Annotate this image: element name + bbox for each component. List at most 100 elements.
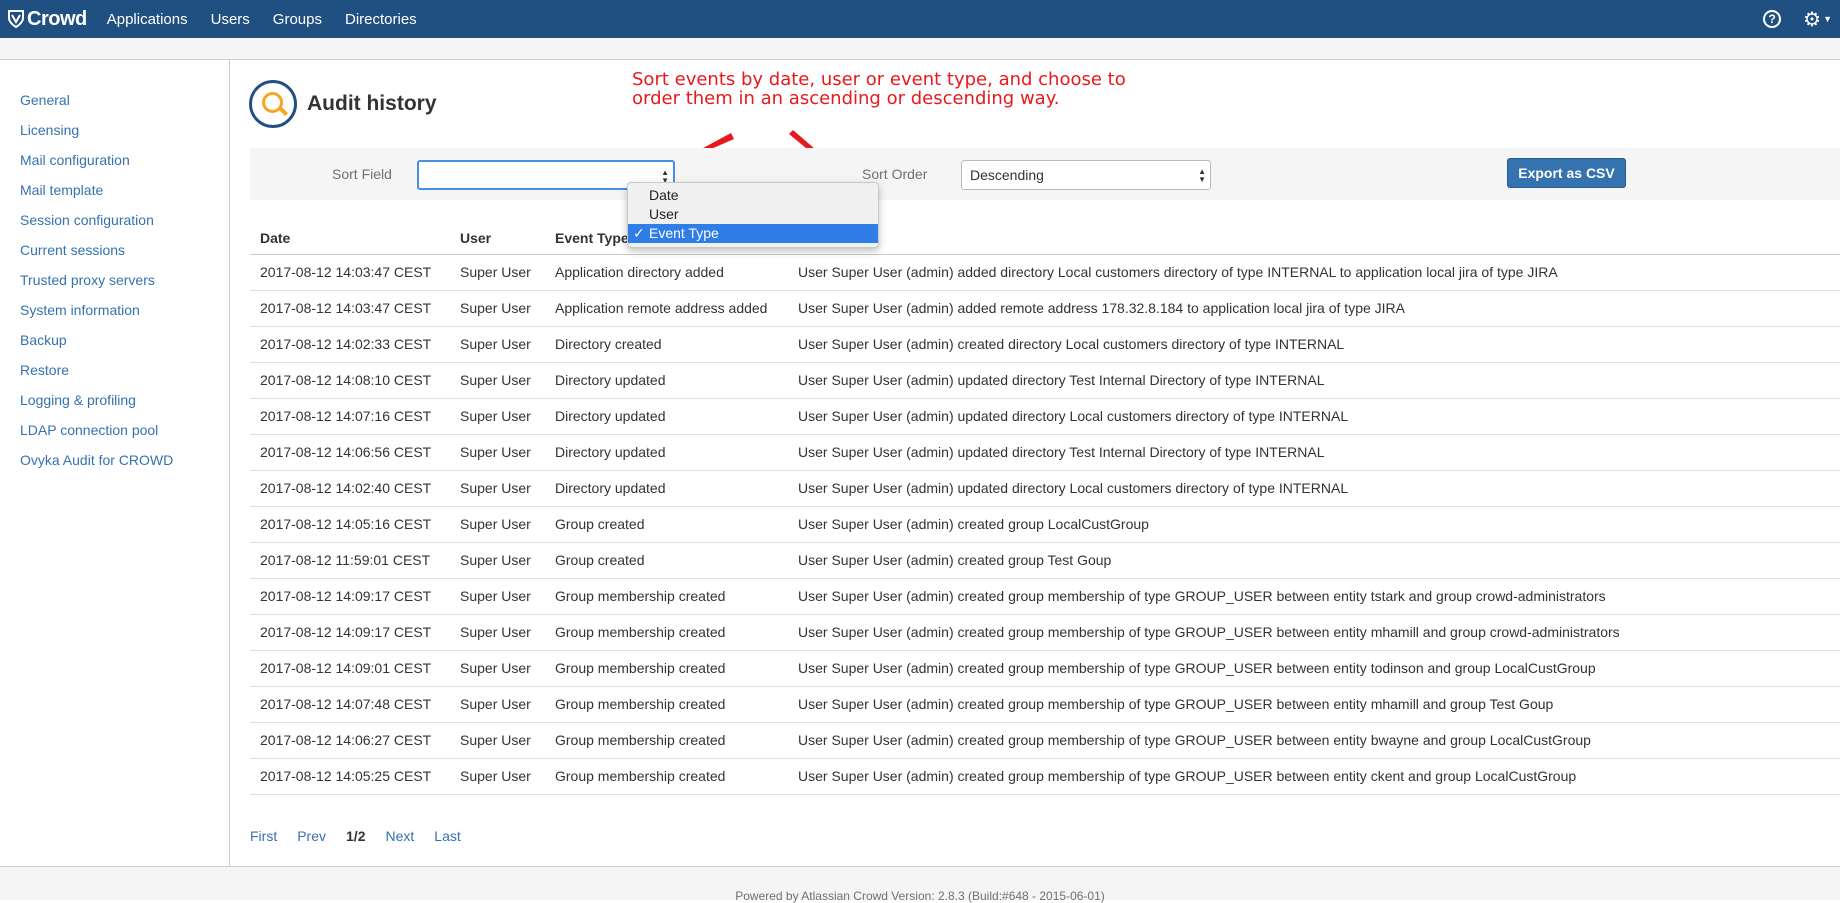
cell-user: Super User	[450, 650, 545, 687]
cell-event-type: Directory updated	[545, 434, 788, 471]
pager-prev-link[interactable]: Prev	[297, 828, 326, 844]
crowd-logo[interactable]: Crowd	[8, 8, 87, 31]
column-header-user: User	[450, 220, 545, 255]
chevron-down-icon: ▼	[1823, 14, 1832, 24]
pager-first-link[interactable]: First	[250, 828, 277, 844]
sort-field-option-user[interactable]: User	[628, 205, 878, 224]
cell-message: User Super User (admin) created group me…	[788, 722, 1840, 759]
cell-message: User Super User (admin) created group me…	[788, 758, 1840, 795]
pager-current-page: 1/2	[346, 828, 366, 844]
checkmark-icon: ✓	[633, 225, 645, 241]
option-label: Date	[649, 187, 679, 203]
footer: Powered by Atlassian Crowd Version: 2.8.…	[0, 866, 1840, 903]
table-row: 2017-08-12 14:06:27 CEST Super User Group …	[250, 722, 1840, 759]
sidebar-item-label[interactable]: Restore	[20, 362, 69, 378]
pager-next-link[interactable]: Next	[385, 828, 414, 844]
sidebar-item-ovyka-audit[interactable]: Ovyka Audit for CROWD	[0, 445, 229, 475]
nav-directories[interactable]: Directories	[345, 11, 417, 28]
cell-event-type: Group membership created	[545, 758, 788, 795]
cell-date: 2017-08-12 14:02:33 CEST	[250, 326, 450, 363]
cell-user: Super User	[450, 758, 545, 795]
sidebar-item-label[interactable]: Backup	[20, 332, 67, 348]
cell-message: User Super User (admin) created group me…	[788, 686, 1840, 723]
sidebar-item-label[interactable]: Mail template	[20, 182, 103, 198]
cell-message: User Super User (admin) added directory …	[788, 254, 1840, 291]
pager-last-link[interactable]: Last	[434, 828, 460, 844]
cell-date: 2017-08-12 14:09:17 CEST	[250, 614, 450, 651]
sidebar-item-label[interactable]: System information	[20, 302, 140, 318]
cell-event-type: Group membership created	[545, 722, 788, 759]
table-row: 2017-08-12 14:03:47 CEST Super User Applic…	[250, 290, 1840, 327]
sidebar-item-label[interactable]: LDAP connection pool	[20, 422, 158, 438]
sidebar-item-restore[interactable]: Restore	[0, 355, 229, 385]
sidebar-item-logging-profiling[interactable]: Logging & profiling	[0, 385, 229, 415]
cell-message: User Super User (admin) created group me…	[788, 578, 1840, 615]
cell-date: 2017-08-12 11:59:01 CEST	[250, 542, 450, 579]
sidebar-item-label[interactable]: Ovyka Audit for CROWD	[20, 452, 173, 468]
cell-date: 2017-08-12 14:06:27 CEST	[250, 722, 450, 759]
sidebar-item-system-information[interactable]: System information	[0, 295, 229, 325]
nav-users[interactable]: Users	[211, 11, 250, 28]
nav-applications[interactable]: Applications	[107, 11, 188, 28]
sidebar-item-session-configuration[interactable]: Session configuration	[0, 205, 229, 235]
cell-event-type: Directory updated	[545, 362, 788, 399]
cell-date: 2017-08-12 14:08:10 CEST	[250, 362, 450, 399]
sort-order-value: Descending	[970, 167, 1044, 183]
main-content: Audit history Sort events by date, user …	[231, 60, 1840, 866]
cell-user: Super User	[450, 506, 545, 543]
table-body: 2017-08-12 14:03:47 CEST Super User Applic…	[250, 254, 1840, 795]
sidebar-item-label[interactable]: Session configuration	[20, 212, 154, 228]
cell-message: User Super User (admin) updated director…	[788, 434, 1840, 471]
table-row: 2017-08-12 14:08:10 CEST Super User Direct…	[250, 362, 1840, 399]
header-actions: ? ⚙ ▼	[1763, 0, 1832, 38]
sort-order-select[interactable]: Descending ▲ ▼	[961, 160, 1211, 190]
table-header-row: Date User Event Type Message	[250, 220, 1840, 255]
export-csv-button[interactable]: Export as CSV	[1507, 158, 1626, 188]
sidebar-item-label[interactable]: General	[20, 92, 70, 108]
table-row: 2017-08-12 14:06:56 CEST Super User Direct…	[250, 434, 1840, 471]
cell-date: 2017-08-12 14:05:16 CEST	[250, 506, 450, 543]
select-arrows-icon: ▲ ▼	[1198, 167, 1206, 184]
table-row: 2017-08-12 14:03:47 CEST Super User Applic…	[250, 254, 1840, 291]
cell-date: 2017-08-12 14:07:48 CEST	[250, 686, 450, 723]
sidebar-item-mail-configuration[interactable]: Mail configuration	[0, 145, 229, 175]
sidebar-item-label[interactable]: Logging & profiling	[20, 392, 136, 408]
cell-message: User Super User (admin) created group Te…	[788, 542, 1840, 579]
sidebar-item-label[interactable]: Current sessions	[20, 242, 125, 258]
table-row: 2017-08-12 11:59:01 CEST Super User Group …	[250, 542, 1840, 579]
cell-user: Super User	[450, 398, 545, 435]
sidebar-item-licensing[interactable]: Licensing	[0, 115, 229, 145]
cell-message: User Super User (admin) created director…	[788, 326, 1840, 363]
sidebar-item-mail-template[interactable]: Mail template	[0, 175, 229, 205]
cell-date: 2017-08-12 14:02:40 CEST	[250, 470, 450, 507]
sidebar-item-backup[interactable]: Backup	[0, 325, 229, 355]
sidebar-item-label[interactable]: Mail configuration	[20, 152, 130, 168]
sidebar-item-label[interactable]: Licensing	[20, 122, 79, 138]
sidebar-item-ldap-connection-pool[interactable]: LDAP connection pool	[0, 415, 229, 445]
cell-message: User Super User (admin) updated director…	[788, 470, 1840, 507]
gear-icon[interactable]: ⚙ ▼	[1803, 7, 1832, 32]
sidebar-item-label[interactable]: Trusted proxy servers	[20, 272, 155, 288]
sort-field-option-event-type[interactable]: ✓ Event Type	[628, 224, 878, 243]
cell-message: User Super User (admin) updated director…	[788, 362, 1840, 399]
cell-message: User Super User (admin) added remote add…	[788, 290, 1840, 327]
sub-header-bar	[0, 38, 1840, 60]
cell-event-type: Directory updated	[545, 398, 788, 435]
sort-filter-bar: Sort Field ▲ ▼ Sort Order Descending ▲ ▼ E…	[250, 148, 1840, 200]
cell-date: 2017-08-12 14:07:16 CEST	[250, 398, 450, 435]
table-row: 2017-08-12 14:05:16 CEST Super User Group …	[250, 506, 1840, 543]
cell-user: Super User	[450, 686, 545, 723]
cell-date: 2017-08-12 14:03:47 CEST	[250, 254, 450, 291]
table-row: 2017-08-12 14:09:17 CEST Super User Group …	[250, 578, 1840, 615]
sidebar-item-current-sessions[interactable]: Current sessions	[0, 235, 229, 265]
cell-user: Super User	[450, 434, 545, 471]
sort-field-option-date[interactable]: Date	[628, 186, 878, 205]
sidebar-item-general[interactable]: General	[0, 85, 229, 115]
cell-date: 2017-08-12 14:03:47 CEST	[250, 290, 450, 327]
sidebar-item-trusted-proxy-servers[interactable]: Trusted proxy servers	[0, 265, 229, 295]
help-icon[interactable]: ?	[1763, 10, 1782, 28]
cell-user: Super User	[450, 470, 545, 507]
pagination: First Prev 1/2 Next Last	[250, 828, 481, 844]
cell-message: User Super User (admin) updated director…	[788, 398, 1840, 435]
nav-groups[interactable]: Groups	[273, 11, 322, 28]
